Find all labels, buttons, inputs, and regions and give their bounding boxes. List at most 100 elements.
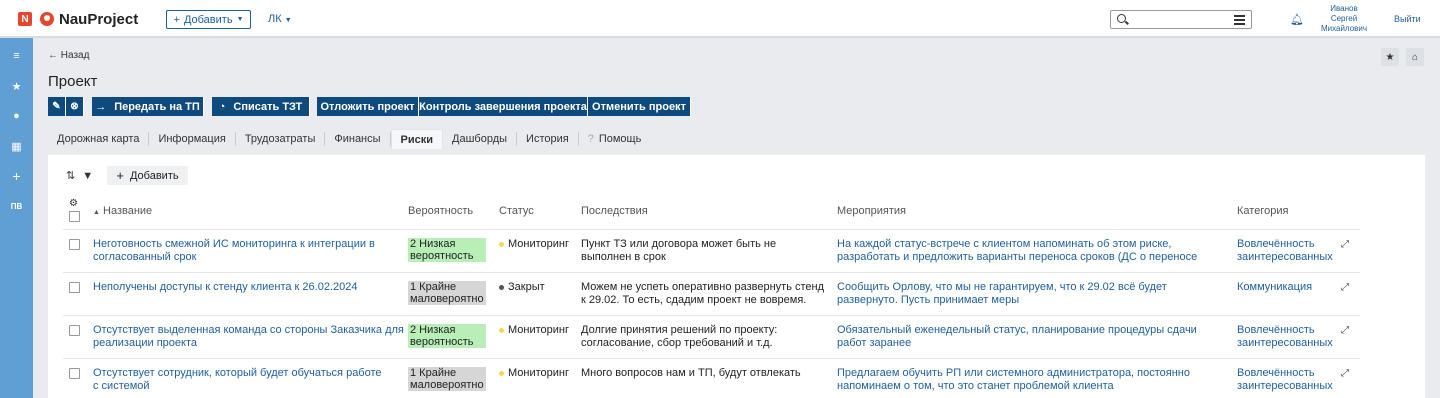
expand-icon[interactable]: ⤢ xyxy=(1341,325,1349,336)
row-checkbox[interactable] xyxy=(69,282,80,293)
arrow-right-icon: → xyxy=(95,100,107,113)
expand-icon[interactable]: ⤢ xyxy=(1341,368,1349,379)
logout-link[interactable]: Выйти xyxy=(1394,14,1421,24)
col-header-name-label: Название xyxy=(103,205,153,217)
grid-icon[interactable]: ▦ xyxy=(0,136,33,156)
risk-name[interactable]: Неготовность смежной ИС мониторинга к ин… xyxy=(93,238,383,264)
tab-help[interactable]: ? Помощь xyxy=(579,132,651,146)
sort-arrow-icon: ▲ xyxy=(93,209,100,216)
category-cell[interactable]: Вовлечённость заинтересованных xyxy=(1237,367,1337,393)
risk-name[interactable]: Отсутствует сотрудник, который будет обу… xyxy=(93,367,383,393)
app-name[interactable]: NauProject xyxy=(59,11,138,28)
table-row[interactable]: Неполучены доступы к стенду клиента к 26… xyxy=(63,272,1360,315)
home-button[interactable]: ⌂ xyxy=(1406,48,1424,66)
tab-roadmap[interactable]: Дорожная карта xyxy=(48,132,150,146)
lk-menu[interactable]: ЛК ▼ xyxy=(268,13,292,25)
filter-settings-icon[interactable] xyxy=(1234,15,1245,25)
transfer-to-tp-label: Передать на ТП xyxy=(114,100,200,113)
status-dot-icon xyxy=(499,370,504,376)
lk-label: ЛК xyxy=(268,13,282,25)
write-off-tzt-label: Списать ТЗТ xyxy=(233,100,303,113)
consequences-cell: Пункт ТЗ или договора может быть не выпо… xyxy=(581,238,777,263)
postpone-project-button[interactable]: Отложить проект xyxy=(317,97,419,116)
delete-button[interactable]: ⊗ xyxy=(66,97,84,116)
select-all-checkbox[interactable] xyxy=(69,211,80,222)
sidebar: ≡ ★ ● ▦ + ПВ xyxy=(0,38,33,398)
bell-icon[interactable]: 🔔︎ xyxy=(1290,13,1304,26)
expand-icon[interactable]: ⤢ xyxy=(1341,282,1349,293)
col-header-name[interactable]: ▲ Название xyxy=(93,205,152,217)
filter-icon[interactable]: ▼ xyxy=(82,170,93,182)
table-row[interactable]: Отсутствует выделенная команда со сторон… xyxy=(63,315,1360,358)
tab-information[interactable]: Информация xyxy=(149,132,236,146)
transfer-to-tp-button[interactable]: → Передать на ТП xyxy=(92,97,204,116)
category-cell[interactable]: Вовлечённость заинтересованных xyxy=(1237,324,1337,350)
tab-labor[interactable]: Трудозатраты xyxy=(236,132,326,146)
measures-cell[interactable]: Сообщить Орлову, что мы не гарантируем, … xyxy=(837,281,1225,307)
column-settings-icon[interactable]: ⚙ xyxy=(69,198,78,209)
table-row[interactable]: Неготовность смежной ИС мониторинга к ин… xyxy=(63,229,1360,272)
category-cell[interactable]: Вовлечённость заинтересованных xyxy=(1237,238,1337,264)
col-header-measures[interactable]: Мероприятия xyxy=(837,205,906,217)
cancel-project-button[interactable]: Отменить проект xyxy=(588,97,691,116)
status-text: Закрыт xyxy=(508,281,545,293)
expand-icon[interactable]: ⤢ xyxy=(1341,239,1349,250)
status-text: Мониторинг xyxy=(508,367,570,379)
status-dot-icon xyxy=(499,284,504,290)
help-icon: ? xyxy=(587,133,594,145)
edit-button[interactable]: ✎ xyxy=(48,97,66,116)
col-header-consequences[interactable]: Последствия xyxy=(581,205,648,217)
row-checkbox[interactable] xyxy=(69,239,80,250)
tab-finance[interactable]: Финансы xyxy=(325,132,391,146)
tab-dashboards[interactable]: Дашборды xyxy=(443,132,518,146)
consequences-cell: Можем не успеть оперативно развернуть ст… xyxy=(581,281,825,306)
write-off-tzt-button[interactable]: ◔ Списать ТЗТ xyxy=(212,97,310,116)
star-icon: ★ xyxy=(1385,51,1395,63)
category-cell[interactable]: Коммуникация xyxy=(1237,281,1337,294)
favorite-button[interactable]: ★ xyxy=(1381,48,1399,66)
plus-icon: + xyxy=(173,13,180,26)
col-header-category[interactable]: Категория xyxy=(1237,205,1288,217)
sort-icon[interactable]: ⇅ xyxy=(66,169,75,182)
back-label: Назад xyxy=(60,50,90,61)
back-link[interactable]: ← Назад xyxy=(48,50,89,61)
page-title: Проект xyxy=(48,73,98,90)
tab-risks[interactable]: Риски xyxy=(390,129,444,149)
clock-icon[interactable]: ● xyxy=(0,106,33,126)
pencil-icon: ✎ xyxy=(52,101,61,112)
status-cell: Мониторинг xyxy=(499,238,569,251)
menu-icon[interactable]: ≡ xyxy=(0,46,33,66)
status-text: Мониторинг xyxy=(508,238,570,250)
arrow-left-icon: ← xyxy=(48,50,61,61)
measures-cell[interactable]: На каждой статус-встрече с клиентом напо… xyxy=(837,238,1225,264)
tab-history[interactable]: История xyxy=(517,132,579,146)
row-checkbox[interactable] xyxy=(69,325,80,336)
risk-name[interactable]: Неполучены доступы к стенду клиента к 26… xyxy=(93,281,383,294)
col-header-probability[interactable]: Вероятность xyxy=(408,205,473,217)
consequences-cell: Много вопросов нам и ТП, будут отвлекать xyxy=(581,367,801,379)
table-row[interactable]: Отсутствует сотрудник, который будет обу… xyxy=(63,358,1360,398)
completion-control-button[interactable]: Контроль завершения проекта xyxy=(419,97,588,116)
tab-help-label: Помощь xyxy=(598,133,642,145)
plus-icon[interactable]: + xyxy=(0,166,33,186)
user-name[interactable]: Иванов Сергей Михайлович xyxy=(1320,4,1368,34)
plus-icon: + xyxy=(116,168,124,183)
star-icon[interactable]: ★ xyxy=(0,76,33,96)
col-header-status[interactable]: Статус xyxy=(499,205,534,217)
search-input[interactable] xyxy=(1110,10,1252,29)
status-dot-icon xyxy=(499,327,504,333)
logo-icon[interactable]: N xyxy=(18,12,32,26)
global-add-button[interactable]: + Добавить ▼ xyxy=(166,10,251,29)
risk-name[interactable]: Отсутствует выделенная команда со сторон… xyxy=(93,324,408,350)
sidebar-item-pv[interactable]: ПВ xyxy=(0,196,33,216)
add-risk-button[interactable]: + Добавить xyxy=(107,166,188,185)
top-bar: N NauProject + Добавить ▼ ЛК ▼ 🔔︎ Иванов… xyxy=(0,0,1440,38)
measures-cell[interactable]: Предлагаем обучить РП или системного адм… xyxy=(837,367,1225,393)
measures-cell[interactable]: Обязательный еженедельный статус, планир… xyxy=(837,324,1225,350)
probability-badge: 2 Низкая вероятность xyxy=(408,324,486,348)
clock-icon: ◔ xyxy=(218,100,226,113)
row-checkbox[interactable] xyxy=(69,368,80,379)
add-risk-label: Добавить xyxy=(129,169,179,182)
status-dot-icon xyxy=(499,241,504,247)
status-text: Мониторинг xyxy=(508,324,570,336)
